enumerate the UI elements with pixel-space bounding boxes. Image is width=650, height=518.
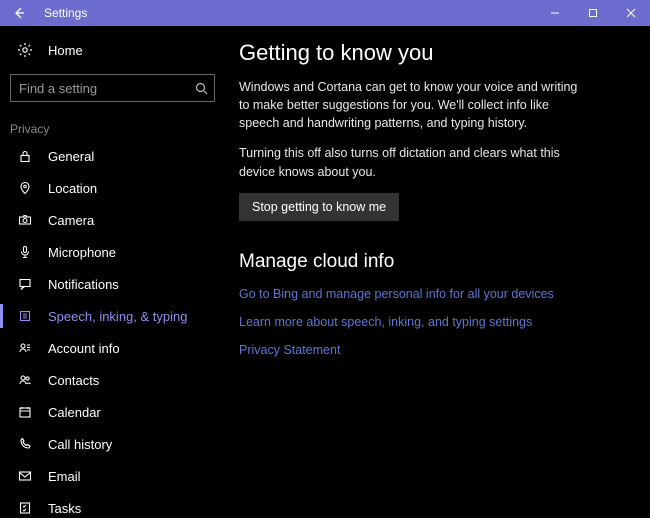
- sidebar-item-camera[interactable]: Camera: [0, 204, 225, 236]
- sidebar-item-label: Tasks: [48, 501, 81, 516]
- page-heading: Getting to know you: [239, 40, 630, 66]
- sidebar-item-label: Camera: [48, 213, 94, 228]
- account-info-icon: [14, 341, 36, 355]
- speech-icon: [14, 309, 36, 323]
- arrow-left-icon: [12, 6, 26, 20]
- back-button[interactable]: [0, 0, 38, 26]
- titlebar: Settings: [0, 0, 650, 26]
- sidebar-item-location[interactable]: Location: [0, 172, 225, 204]
- sidebar-item-label: Speech, inking, & typing: [48, 309, 187, 324]
- section-heading: Manage cloud info: [239, 251, 630, 273]
- sidebar-item-label: General: [48, 149, 94, 164]
- sidebar-item-label: Call history: [48, 437, 112, 452]
- sidebar-item-label: Email: [48, 469, 81, 484]
- close-icon: [626, 8, 636, 18]
- main-content: Getting to know you Windows and Cortana …: [225, 26, 650, 518]
- sidebar-item-label: Microphone: [48, 245, 116, 260]
- stop-getting-to-know-me-button[interactable]: Stop getting to know me: [239, 193, 399, 221]
- microphone-icon: [14, 245, 36, 259]
- gear-icon: [14, 42, 36, 58]
- contacts-icon: [14, 373, 36, 387]
- learn-more-link[interactable]: Learn more about speech, inking, and typ…: [239, 315, 630, 329]
- section-label: Privacy: [0, 106, 225, 140]
- location-icon: [14, 181, 36, 195]
- camera-icon: [14, 213, 36, 227]
- search-box[interactable]: [10, 74, 215, 102]
- sidebar: Home Privacy General Location Camera Mi: [0, 26, 225, 518]
- privacy-statement-link[interactable]: Privacy Statement: [239, 343, 630, 357]
- sidebar-item-label: Contacts: [48, 373, 99, 388]
- sidebar-item-label: Calendar: [48, 405, 101, 420]
- minimize-icon: [550, 8, 560, 18]
- notifications-icon: [14, 277, 36, 291]
- sidebar-item-label: Account info: [48, 341, 120, 356]
- home-button[interactable]: Home: [0, 35, 225, 65]
- sidebar-item-tasks[interactable]: Tasks: [0, 492, 225, 518]
- sidebar-item-contacts[interactable]: Contacts: [0, 364, 225, 396]
- maximize-icon: [588, 8, 598, 18]
- sidebar-item-microphone[interactable]: Microphone: [0, 236, 225, 268]
- sidebar-item-calendar[interactable]: Calendar: [0, 396, 225, 428]
- sidebar-item-label: Location: [48, 181, 97, 196]
- tasks-icon: [14, 501, 36, 515]
- window-controls: [536, 0, 650, 26]
- calendar-icon: [14, 405, 36, 419]
- bing-personal-info-link[interactable]: Go to Bing and manage personal info for …: [239, 287, 630, 301]
- call-history-icon: [14, 437, 36, 451]
- sidebar-item-notifications[interactable]: Notifications: [0, 268, 225, 300]
- lock-icon: [14, 149, 36, 163]
- description-text: Windows and Cortana can get to know your…: [239, 78, 579, 132]
- home-label: Home: [48, 43, 83, 58]
- maximize-button[interactable]: [574, 0, 612, 26]
- sidebar-item-email[interactable]: Email: [0, 460, 225, 492]
- description-text: Turning this off also turns off dictatio…: [239, 144, 579, 180]
- close-button[interactable]: [612, 0, 650, 26]
- sidebar-item-account-info[interactable]: Account info: [0, 332, 225, 364]
- sidebar-item-general[interactable]: General: [0, 140, 225, 172]
- window-title: Settings: [38, 6, 536, 20]
- search-input[interactable]: [19, 81, 195, 96]
- sidebar-item-call-history[interactable]: Call history: [0, 428, 225, 460]
- minimize-button[interactable]: [536, 0, 574, 26]
- email-icon: [14, 469, 36, 483]
- search-icon: [195, 82, 208, 95]
- sidebar-item-speech[interactable]: Speech, inking, & typing: [0, 300, 225, 332]
- sidebar-item-label: Notifications: [48, 277, 119, 292]
